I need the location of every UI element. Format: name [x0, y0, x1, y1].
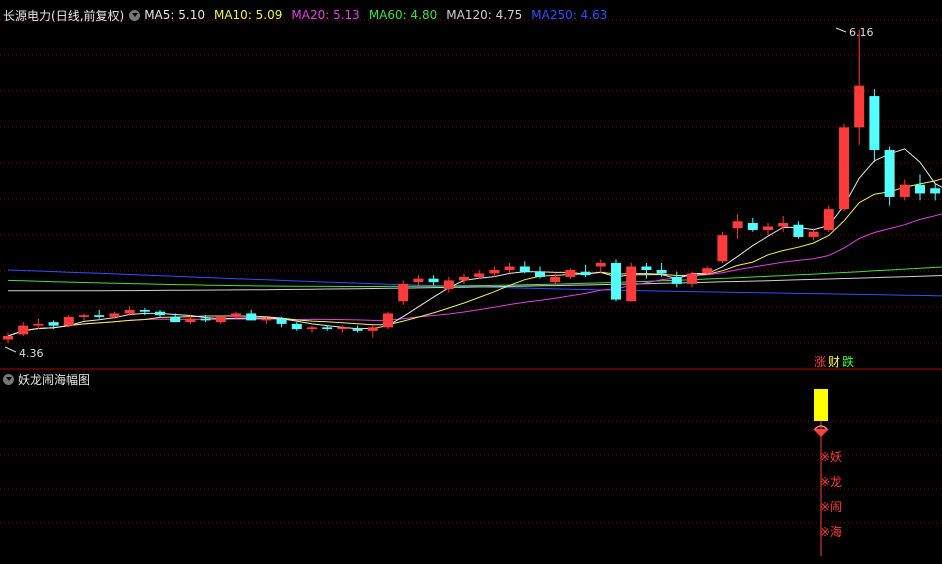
candle [33, 318, 44, 330]
bottom-status-strip [0, 557, 942, 564]
ma5-line [7, 148, 942, 337]
ma10-line [7, 178, 942, 337]
candle [580, 264, 591, 277]
high-price-label: 6.16 [849, 26, 874, 39]
legend-tag-2: 跌 [842, 354, 854, 369]
signal-labels: ※妖 ※龙 ※闹 ※海 [820, 450, 842, 539]
candle [18, 322, 29, 337]
candle [94, 309, 105, 319]
ma-value-5: MA250: 4.63 [531, 8, 608, 22]
candle [246, 309, 257, 321]
candle [839, 123, 849, 211]
candle [398, 280, 409, 305]
stock-chart: 6.16 4.36 涨财跌 ※妖 ※龙 ※闹 ※海 [0, 19, 942, 564]
stock-name[interactable]: 长源电力 [0, 7, 51, 24]
signal-label-2: ※闹 [820, 500, 842, 514]
candle [535, 266, 545, 279]
period-label: (日线,前复权) [51, 8, 125, 23]
candle [884, 146, 895, 206]
candle [687, 271, 697, 288]
candle [717, 231, 728, 264]
signal-bar [814, 389, 828, 421]
candle [899, 179, 910, 201]
signal-label-0: ※妖 [820, 450, 842, 464]
candle [367, 325, 378, 338]
candle [854, 30, 865, 145]
candle [63, 315, 74, 328]
ma-value-0: MA5: 5.10 [144, 8, 205, 22]
main-panel-header: 长源电力 (日线,前复权) MA5: 5.10 MA10: 5.09 MA20: 5… [0, 6, 607, 24]
ma-value-3: MA60: 4.80 [368, 8, 438, 22]
low-price-label: 4.36 [19, 347, 44, 360]
signal-label-1: ※龙 [820, 475, 842, 489]
candle [808, 228, 819, 241]
candlestick-series [3, 30, 941, 343]
ma-settings-chevron-icon[interactable] [129, 9, 141, 21]
candle [732, 214, 743, 239]
candle [747, 217, 758, 232]
candle [793, 221, 804, 239]
candle [565, 268, 576, 279]
ma-values: MA5: 5.10 MA10: 5.09 MA20: 5.13 MA60: 4.80 M… [144, 8, 607, 22]
candle [474, 269, 485, 279]
sub-panel-header: 妖龙闹海幅图 [0, 371, 90, 387]
candle [763, 223, 773, 236]
candle [383, 311, 393, 330]
legend-tags: 涨财跌 [814, 354, 854, 369]
ma-value-4: MA120: 4.75 [446, 8, 523, 22]
candle [231, 311, 241, 319]
legend-tag-0: 涨 [814, 354, 826, 369]
candle [307, 325, 317, 333]
candle [626, 263, 637, 302]
candle [504, 263, 515, 274]
candle [291, 322, 302, 331]
legend-tag-1: 财 [828, 355, 840, 369]
ma120-line [8, 274, 942, 292]
candle [352, 325, 363, 333]
price-grid [0, 19, 942, 344]
ma-value-2: MA20: 5.13 [291, 8, 360, 22]
subpanel-grid [0, 420, 942, 524]
candle [428, 275, 439, 286]
candle [79, 313, 89, 321]
candle [155, 309, 165, 317]
ma-value-1: MA10: 5.09 [213, 8, 283, 22]
candle [915, 174, 925, 201]
indicator-menu-chevron-icon[interactable] [3, 373, 14, 385]
candle [823, 205, 834, 232]
indicator-title[interactable]: 妖龙闹海幅图 [18, 371, 90, 388]
low-price-marker: 4.36 [4, 346, 44, 360]
candle [3, 332, 13, 343]
signal-arrow-icon [813, 429, 829, 437]
candle [641, 263, 652, 279]
high-price-marker: 6.16 [835, 26, 874, 39]
candle [611, 259, 621, 302]
candle [519, 261, 530, 274]
candle [671, 271, 682, 288]
candle [869, 89, 880, 163]
moving-average-lines [7, 148, 942, 337]
signal-label-3: ※海 [820, 524, 842, 539]
